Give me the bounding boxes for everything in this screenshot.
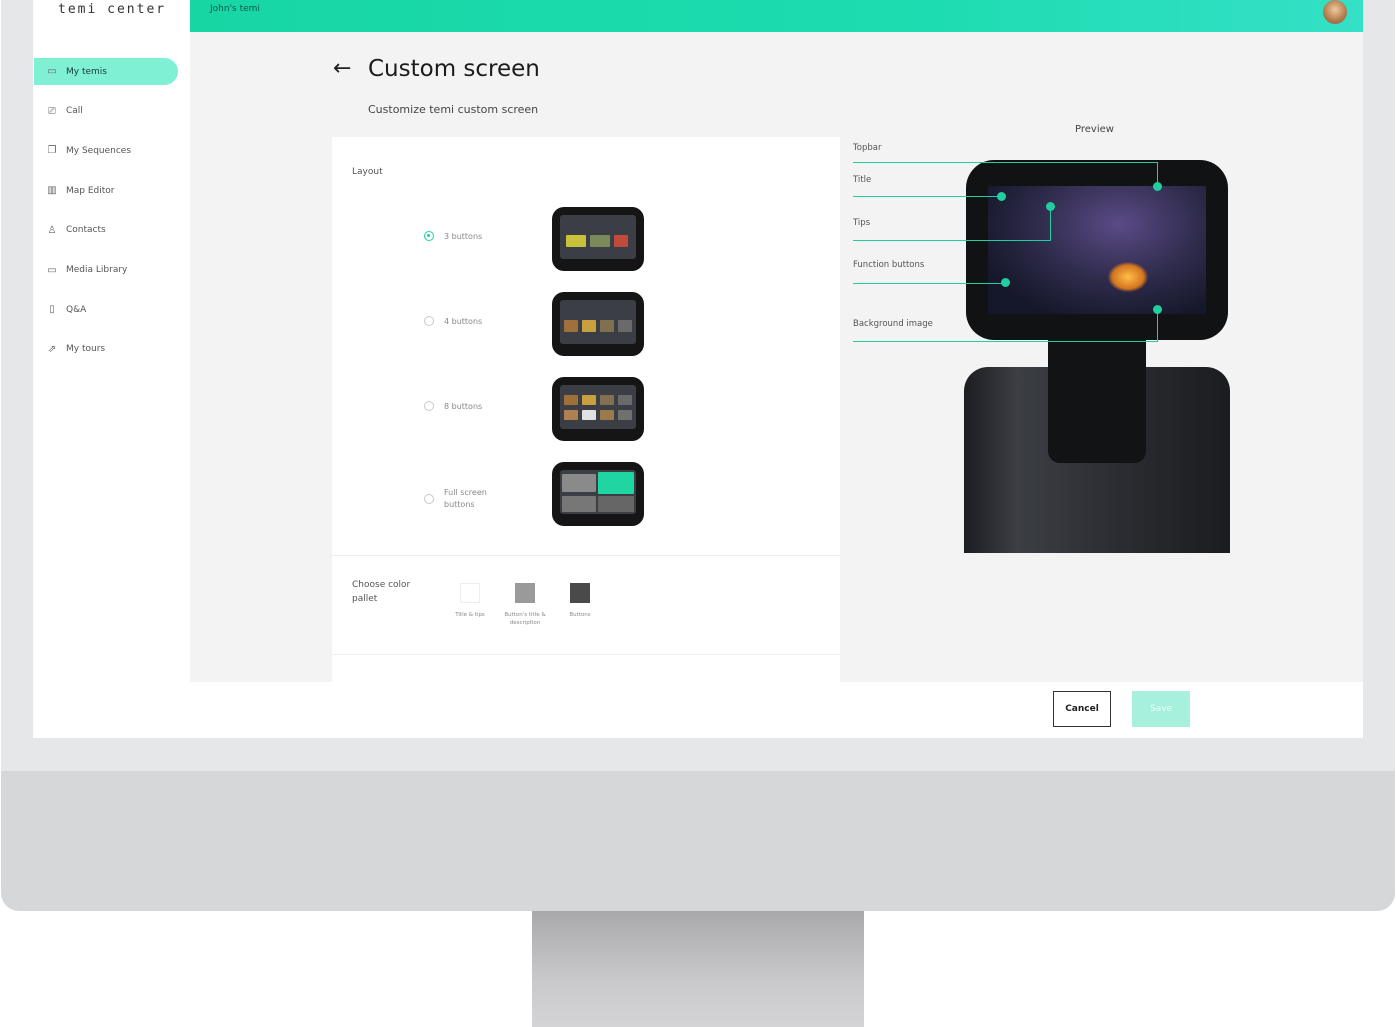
- sidebar-item-label: Contacts: [66, 225, 106, 236]
- palette-label: Choose color pallet: [352, 580, 411, 604]
- sidebar-item-my-temis[interactable]: ▭ My temis: [34, 58, 178, 85]
- callout-line: [853, 196, 1001, 197]
- sidebar-item-q-a[interactable]: ▯ Q&A: [34, 296, 178, 323]
- topbar: John's temi: [190, 0, 1363, 32]
- swatch-label: Button's title & description: [504, 612, 546, 626]
- callout-dot: [1046, 202, 1055, 211]
- preview-label-title: Title: [853, 175, 872, 185]
- back-arrow-icon[interactable]: ←: [333, 56, 351, 81]
- swatch-buttons[interactable]: [570, 583, 590, 603]
- callout-dot: [1153, 305, 1162, 314]
- sidebar: temi center ▭ My temis ⎚ Call ❐ My Sequences ▥…: [33, 0, 190, 738]
- layout-option-label: 8 buttons: [444, 401, 483, 411]
- layout-thumbnail-8-buttons[interactable]: [552, 377, 644, 441]
- radio-button[interactable]: [424, 401, 434, 411]
- section-divider: [332, 654, 840, 655]
- radio-button[interactable]: [424, 316, 434, 326]
- robot-screen-preview: [988, 186, 1206, 314]
- callout-line: [853, 240, 1051, 241]
- layout-option-3-buttons[interactable]: 3 buttons: [424, 231, 482, 241]
- callout-dot: [1001, 278, 1010, 287]
- sidebar-item-label: My Sequences: [66, 145, 132, 156]
- monitor-stand: [532, 911, 864, 1027]
- callout-dot: [997, 192, 1006, 201]
- account-name[interactable]: John's temi: [210, 4, 260, 14]
- preview-label-topbar: Topbar: [853, 143, 882, 153]
- layout-option-4-buttons[interactable]: 4 buttons: [424, 316, 482, 326]
- video-call-icon: ⎚: [48, 105, 56, 117]
- background-image-sun: [1108, 262, 1148, 292]
- sidebar-item-media-library[interactable]: ▭ Media Library: [34, 257, 178, 284]
- tour-icon: ⇗: [47, 343, 57, 355]
- swatch-title-tips[interactable]: [460, 583, 480, 603]
- layout-thumbnail-3-buttons[interactable]: [552, 207, 644, 271]
- monitor-chin: [1, 771, 1395, 911]
- swatch-button-title[interactable]: [515, 583, 535, 603]
- section-divider: [332, 555, 840, 556]
- temi-center-logo: temi center: [58, 2, 167, 17]
- preview-label-function-buttons: Function buttons: [853, 260, 925, 270]
- radio-button[interactable]: [424, 494, 434, 504]
- layout-label: Layout: [352, 167, 383, 177]
- sidebar-item-label: Map Editor: [66, 185, 115, 196]
- callout-line: [853, 162, 1157, 163]
- page-subtitle: Customize temi custom screen: [368, 103, 539, 116]
- robot-icon: ▭: [47, 66, 57, 77]
- cancel-button[interactable]: Cancel: [1053, 691, 1111, 727]
- layout-option-label: 3 buttons: [444, 231, 483, 241]
- sidebar-item-contacts[interactable]: ♙ Contacts: [34, 217, 178, 244]
- sidebar-item-label: Call: [66, 106, 83, 117]
- save-button[interactable]: Save: [1132, 691, 1190, 727]
- sequence-icon: ❐: [47, 145, 57, 157]
- sidebar-item-my-tours[interactable]: ⇗ My tours: [34, 336, 178, 363]
- swatch-label: Buttons: [569, 612, 591, 618]
- layout-option-label: Full screen buttons: [444, 488, 487, 509]
- layout-option-8-buttons[interactable]: 8 buttons: [424, 401, 482, 411]
- layout-thumbnail-4-buttons[interactable]: [552, 292, 644, 356]
- preview-label: Preview: [1075, 124, 1114, 135]
- sidebar-item-call[interactable]: ⎚ Call: [34, 98, 178, 125]
- folder-icon: ▭: [47, 264, 57, 276]
- callout-line: [1157, 310, 1158, 342]
- callout-line: [853, 283, 1005, 284]
- qa-icon: ▯: [49, 304, 55, 316]
- sidebar-item-label: Media Library: [66, 265, 128, 275]
- callout-line: [853, 341, 1157, 342]
- map-icon: ▥: [47, 185, 57, 197]
- avatar[interactable]: [1323, 0, 1347, 24]
- sidebar-item-label: My tours: [66, 344, 106, 355]
- action-bar: Cancel Save: [190, 682, 1363, 738]
- page-title: Custom screen: [368, 56, 540, 82]
- sidebar-item-label: My temis: [66, 66, 107, 77]
- sidebar-item-label: Q&A: [66, 304, 87, 315]
- preview-label-tips: Tips: [853, 218, 871, 228]
- person-icon: ♙: [47, 224, 57, 236]
- layout-thumbnail-full-screen[interactable]: [552, 462, 644, 526]
- layout-option-full-screen[interactable]: Full screen buttons: [424, 487, 496, 511]
- robot-neck-image: [1048, 340, 1146, 462]
- preview-label-background-image: Background image: [853, 319, 933, 329]
- app-screen: temi center ▭ My temis ⎚ Call ❐ My Sequences ▥…: [33, 0, 1363, 738]
- sidebar-item-map-editor[interactable]: ▥ Map Editor: [34, 177, 178, 204]
- radio-button[interactable]: [424, 231, 434, 241]
- swatch-label: Title & tips: [455, 612, 485, 618]
- callout-line: [1050, 207, 1051, 241]
- sidebar-item-my-sequences[interactable]: ❐ My Sequences: [34, 137, 178, 164]
- layout-option-label: 4 buttons: [444, 316, 483, 326]
- callout-dot: [1153, 182, 1162, 191]
- settings-panel: Layout 3 buttons 4 buttons 8 buttons Ful…: [332, 137, 840, 682]
